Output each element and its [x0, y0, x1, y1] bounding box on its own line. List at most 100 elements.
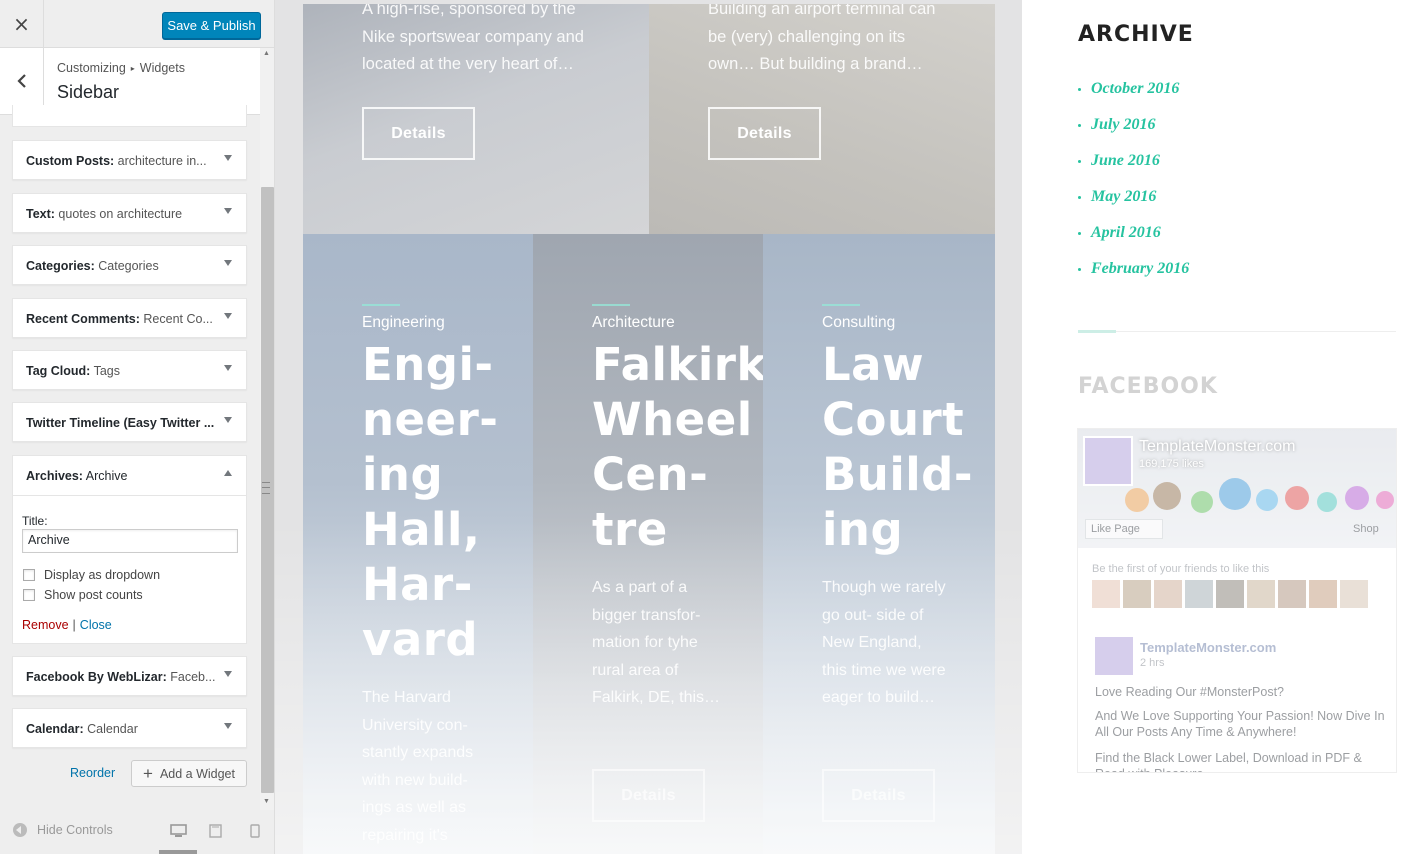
title-input[interactable]: Archive — [22, 529, 238, 553]
accent-line — [362, 304, 400, 306]
widget-facebook[interactable]: Facebook By WebLizar: Faceb... — [12, 656, 247, 696]
friend-avatar[interactable] — [1154, 580, 1182, 608]
close-customizer-button[interactable]: × — [0, 0, 44, 48]
expand-arrow-icon[interactable] — [224, 671, 232, 677]
post-text: And We Love Supporting Your Passion! Now… — [1095, 709, 1385, 739]
post-counts-label: Show post counts — [44, 588, 143, 602]
project-card[interactable]: Building an airport terminal can be (ver… — [649, 4, 995, 234]
resize-grip-icon[interactable] — [262, 482, 270, 494]
archive-link[interactable]: May 2016 — [1078, 188, 1189, 224]
facebook-shop-link[interactable]: Shop — [1353, 523, 1379, 535]
expand-arrow-icon[interactable] — [224, 365, 232, 371]
project-category: Engineering — [362, 314, 445, 331]
widget-name: Categories: — [26, 259, 95, 273]
dropdown-option: Display as dropdown — [23, 568, 160, 582]
post-counts-checkbox[interactable] — [23, 589, 35, 601]
dropdown-checkbox[interactable] — [23, 569, 35, 581]
scroll-up-arrow-icon[interactable]: ▲ — [263, 50, 270, 57]
project-card-engineering[interactable]: Engineering Engi- neer- ing Hall, Har- v… — [303, 234, 533, 854]
widget-name: Recent Comments: — [26, 312, 140, 326]
facebook-page-name[interactable]: TemplateMonster.com — [1139, 438, 1296, 456]
monsters-illustration-icon — [1125, 478, 1394, 513]
project-card[interactable]: A high-rise, sponsored by the Nike sport… — [303, 4, 649, 234]
panel-scrollbar[interactable]: ▲ ▼ — [260, 48, 274, 810]
expand-arrow-icon[interactable] — [224, 313, 232, 319]
friend-avatar[interactable] — [1309, 580, 1337, 608]
friend-avatar[interactable] — [1247, 580, 1275, 608]
actions-separator: | — [72, 618, 76, 632]
project-card-architecture[interactable]: Architecture Falkirk Wheel Cen- tre As a… — [533, 234, 763, 854]
project-title[interactable]: Falkirk Wheel Cen- tre — [592, 337, 763, 557]
widget-title: architecture in... — [114, 154, 207, 168]
widget-name: Tag Cloud: — [26, 364, 91, 378]
title-line: Engi- — [362, 338, 494, 391]
hide-controls-button[interactable]: Hide Controls — [13, 823, 113, 837]
widget-name: Facebook By WebLizar: — [26, 670, 167, 684]
friend-avatar[interactable] — [1123, 580, 1151, 608]
divider-accent — [1078, 330, 1116, 333]
project-title[interactable]: Engi- neer- ing Hall, Har- vard — [362, 337, 498, 667]
archive-link[interactable]: July 2016 — [1078, 116, 1189, 152]
active-device-indicator — [159, 850, 197, 854]
widget-recent-comments[interactable]: Recent Comments: Recent Co... — [12, 298, 247, 338]
friend-avatar[interactable] — [1278, 580, 1306, 608]
archive-link[interactable]: February 2016 — [1078, 260, 1189, 296]
facebook-page-plugin[interactable]: TemplateMonster.com 169,175 likes Like P… — [1077, 428, 1397, 773]
archive-link[interactable]: October 2016 — [1078, 80, 1189, 116]
archive-link[interactable]: June 2016 — [1078, 152, 1189, 188]
tablet-icon[interactable] — [209, 824, 222, 838]
expand-arrow-icon[interactable] — [224, 723, 232, 729]
save-publish-button[interactable]: Save & Publish — [162, 12, 261, 39]
remove-link[interactable]: Remove — [22, 618, 69, 632]
friend-avatar[interactable] — [1185, 580, 1213, 608]
widget-text[interactable]: Text: quotes on architecture — [12, 193, 247, 233]
details-button[interactable]: Details — [822, 769, 935, 822]
widget-title: Faceb... — [166, 670, 216, 684]
mobile-icon[interactable] — [250, 824, 260, 838]
archive-link[interactable]: April 2016 — [1078, 224, 1189, 260]
widget-twitter-timeline[interactable]: Twitter Timeline (Easy Twitter ... — [12, 402, 247, 442]
customizer-header: × Save & Publish — [0, 0, 274, 48]
scroll-down-arrow-icon[interactable]: ▼ — [263, 798, 270, 805]
widget-tag-cloud[interactable]: Tag Cloud: Tags — [12, 350, 247, 390]
friend-avatar[interactable] — [1092, 580, 1120, 608]
chevron-left-icon — [16, 74, 26, 88]
widget-name: Twitter Timeline (Easy Twitter ... — [26, 416, 215, 430]
title-line: ing — [822, 503, 904, 556]
widget-calendar[interactable]: Calendar: Calendar — [12, 708, 247, 748]
expand-arrow-icon[interactable] — [224, 208, 232, 214]
friend-avatar[interactable] — [1216, 580, 1244, 608]
widget-actions: Remove | Close — [22, 618, 112, 632]
expand-arrow-icon[interactable] — [224, 260, 232, 266]
details-button[interactable]: Details — [592, 769, 705, 822]
expand-arrow-icon[interactable] — [224, 417, 232, 423]
friend-avatar[interactable] — [1340, 580, 1368, 608]
details-button[interactable]: Details — [362, 107, 475, 160]
expand-arrow-icon[interactable] — [224, 155, 232, 161]
title-line: Law — [822, 338, 925, 391]
post-author[interactable]: TemplateMonster.com — [1140, 640, 1276, 655]
close-link[interactable]: Close — [80, 618, 112, 632]
collapse-arrow-icon[interactable] — [224, 470, 232, 476]
customizer-footer: Hide Controls — [0, 810, 274, 854]
breadcrumb: Customizing ▸ Widgets — [57, 61, 185, 75]
widget-custom-posts[interactable]: Custom Posts: architecture in... — [12, 140, 247, 180]
widget-archives-expanded: Archives: Archive Title: Archive Display… — [12, 455, 247, 644]
project-card-consulting[interactable]: Consulting Law Court Build- ing Though w… — [763, 234, 995, 854]
widget-partial[interactable] — [12, 105, 247, 127]
widget-archives-header[interactable]: Archives: Archive — [13, 456, 246, 496]
details-button[interactable]: Details — [708, 107, 821, 160]
post-text: Find the Black Lower Label, Download in … — [1095, 751, 1362, 773]
project-category: Architecture — [592, 314, 675, 331]
collapse-icon — [13, 823, 27, 837]
accent-line — [822, 304, 860, 306]
desktop-icon[interactable] — [170, 824, 187, 838]
facebook-like-button[interactable]: Like Page — [1085, 519, 1163, 539]
add-widget-button[interactable]: + Add a Widget — [131, 760, 247, 787]
sidebar-divider — [1078, 331, 1396, 332]
title-line: Hall, — [362, 503, 481, 556]
reorder-link[interactable]: Reorder — [70, 766, 115, 780]
title-line: Cen- — [592, 448, 709, 501]
project-title[interactable]: Law Court Build- ing — [822, 337, 973, 557]
widget-categories[interactable]: Categories: Categories — [12, 245, 247, 285]
